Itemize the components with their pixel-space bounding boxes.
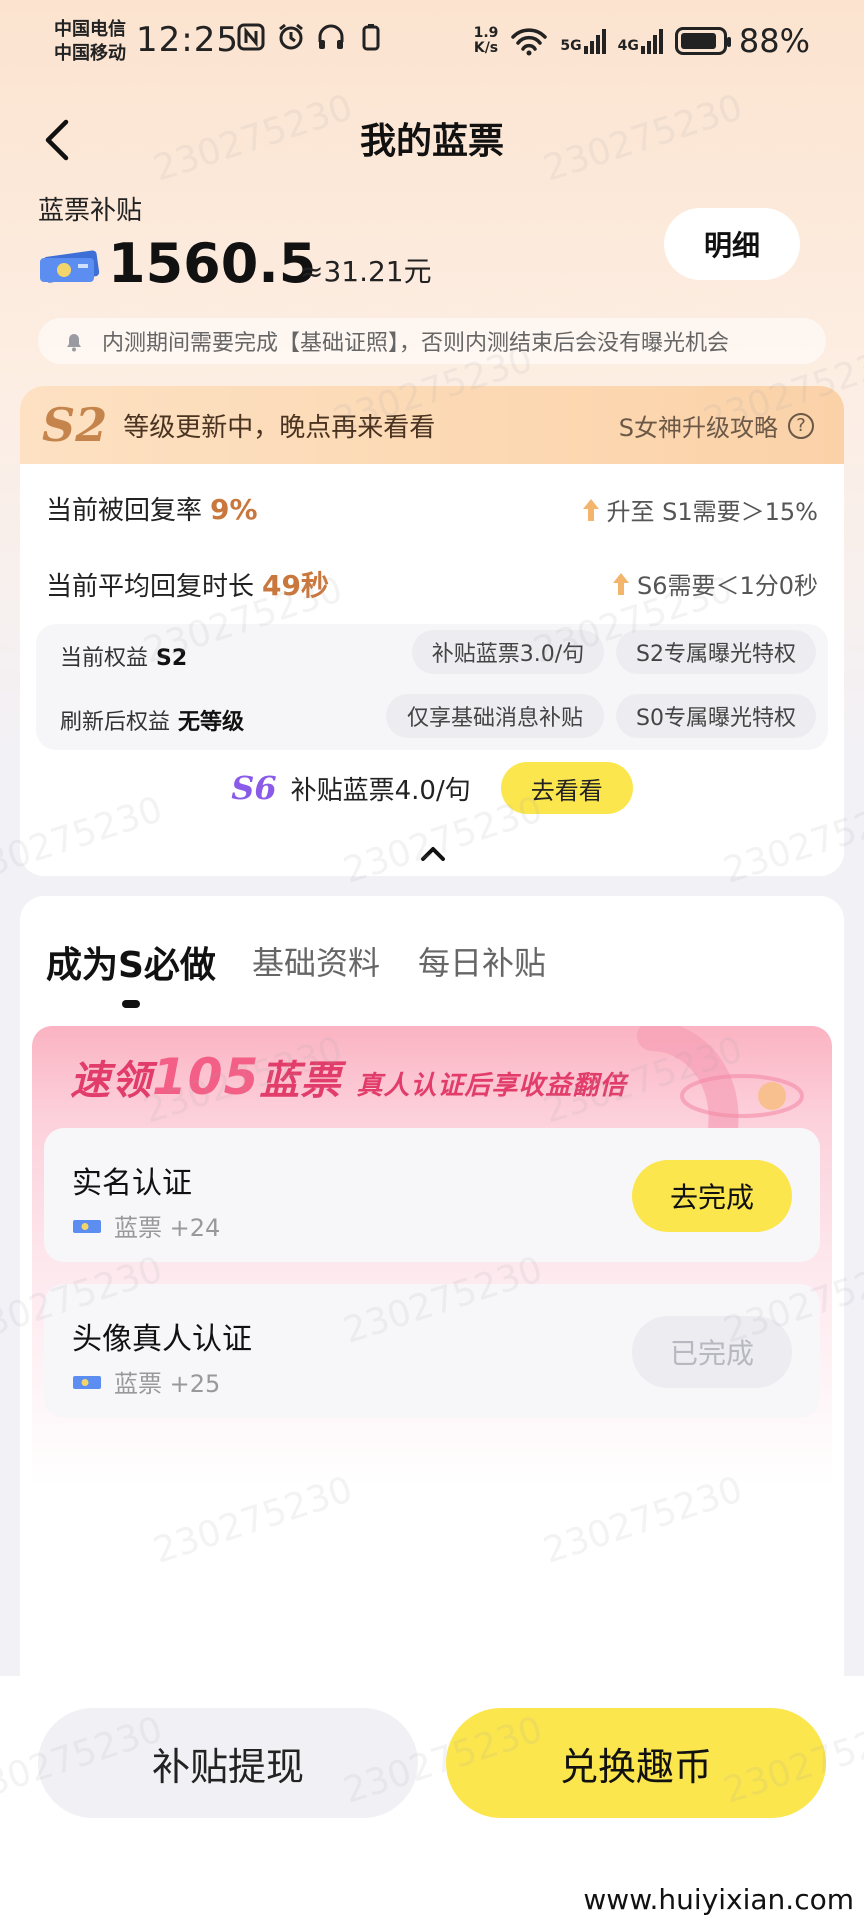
- blue-ticket-icon: [73, 1219, 101, 1233]
- headphones-icon: [318, 24, 344, 49]
- promo-unit: 蓝票: [259, 1058, 342, 1104]
- current-rights-label: 当前权益 S2: [60, 640, 187, 672]
- tab-basic-info[interactable]: 基础资料: [252, 938, 380, 984]
- current-rights-level: S2: [156, 646, 188, 671]
- question-icon: ?: [788, 412, 814, 439]
- task-reward: 蓝票 +25: [72, 1364, 220, 1399]
- reply-rate-value: 9%: [210, 493, 258, 526]
- reply-time-target: S6需要＜1分0秒: [611, 566, 818, 601]
- carrier-2: 中国移动: [54, 43, 126, 64]
- site-watermark: www.huiyixian.com: [579, 1879, 858, 1920]
- balance-label: 蓝票补贴: [38, 196, 143, 226]
- status-time: 12:25: [136, 20, 239, 60]
- tab-daily-subsidy[interactable]: 每日补贴: [418, 938, 546, 984]
- chevron-up-icon[interactable]: [420, 844, 446, 862]
- withdraw-button[interactable]: 补贴提现: [38, 1708, 418, 1818]
- current-rights-chip: S2专属曝光特权: [616, 630, 816, 674]
- carrier-labels: 中国电信 中国移动: [54, 18, 126, 66]
- balance-approx-value: ≈31.21元: [300, 255, 432, 288]
- task-title: 头像真人认证: [72, 1322, 252, 1357]
- next-level-badge: S6: [231, 769, 277, 807]
- up-arrow-icon: [612, 572, 629, 595]
- next-level-row: S6 补贴蓝票4.0/句 去看看: [20, 762, 844, 814]
- net-speed: 1.9 K/s: [474, 26, 499, 56]
- upgrade-guide-label: S女神升级攻略: [618, 414, 778, 442]
- level-badge: S2: [42, 398, 108, 452]
- reply-time-label: 当前平均回复时长: [46, 572, 255, 602]
- signal-5g-label: 5G: [560, 38, 582, 54]
- up-arrow-icon: [582, 498, 599, 521]
- next-level-benefit: 补贴蓝票4.0/句: [290, 775, 471, 806]
- status-right: 1.9 K/s 5G 4G 88%: [474, 22, 810, 60]
- carrier-1: 中国电信: [54, 19, 126, 40]
- reply-rate: 当前被回复率 9%: [46, 490, 258, 527]
- reply-time-value: 49秒: [262, 569, 329, 602]
- task-title: 实名认证: [72, 1166, 192, 1201]
- rights-panel: 当前权益 S2 补贴蓝票3.0/句 S2专属曝光特权 刷新后权益 无等级 仅享基础消…: [36, 624, 828, 750]
- task-card: 头像真人认证 蓝票 +25 已完成: [44, 1284, 820, 1418]
- refresh-rights-label: 刷新后权益 无等级: [60, 704, 244, 736]
- promo-title: 速领105蓝票 真人认证后享收益翻倍: [70, 1048, 626, 1106]
- refresh-rights-title: 刷新后权益: [60, 710, 171, 735]
- notice-bar: 内测期间需要完成【基础证照】，否则内测结束后会没有曝光机会: [38, 318, 826, 364]
- reply-rate-label: 当前被回复率: [46, 496, 203, 526]
- signal-5g: 5G: [560, 28, 606, 54]
- battery-percent: 88%: [738, 22, 810, 60]
- task-complete-button[interactable]: 去完成: [632, 1160, 792, 1232]
- task-reward-text: 蓝票 +24: [114, 1214, 221, 1242]
- level-card: S2 等级更新中，晚点再来看看 S女神升级攻略 ? 当前被回复率 9% 升至 S1…: [20, 386, 844, 876]
- status-icons: [236, 22, 386, 52]
- reply-rate-target-text: 升至 S1需要＞15%: [606, 498, 818, 526]
- nfc-icon: [237, 23, 265, 51]
- signal-4g: 4G: [618, 28, 663, 54]
- alarm-icon: [279, 23, 303, 50]
- reply-time: 当前平均回复时长 49秒: [46, 564, 329, 604]
- go-look-button[interactable]: 去看看: [500, 762, 633, 814]
- net-speed-unit: K/s: [473, 40, 499, 56]
- reply-rate-target: 升至 S1需要＞15%: [581, 492, 818, 527]
- exchange-button[interactable]: 兑换趣币: [446, 1708, 826, 1818]
- tasks-panel: 成为S必做 基础资料 每日补贴 速领105蓝票 真人认证后享收益翻倍 实名认证 …: [20, 896, 844, 1676]
- level-message: 等级更新中，晚点再来看看: [123, 412, 436, 443]
- signal-bars-icon: [640, 28, 663, 54]
- status-bar: 中国电信 中国移动 12:25 1.9 K/s 5G 4G 88%: [0, 0, 864, 90]
- task-card: 实名认证 蓝票 +24 去完成: [44, 1128, 820, 1262]
- promo-banner: 速领105蓝票 真人认证后享收益翻倍 实名认证 蓝票 +24 去完成 头像真人认…: [32, 1026, 832, 1676]
- level-header: S2 等级更新中，晚点再来看看 S女神升级攻略 ?: [20, 386, 844, 464]
- detail-button[interactable]: 明细: [664, 208, 800, 280]
- refresh-rights-chip: S0专属曝光特权: [616, 694, 816, 738]
- refresh-rights-level: 无等级: [178, 710, 245, 735]
- balance-amount: 1560.5: [108, 232, 317, 295]
- blue-ticket-icon: [40, 250, 100, 283]
- task-done-button: 已完成: [632, 1316, 792, 1388]
- bottom-bar: 补贴提现 兑换趣币 www.huiyixian.com: [0, 1676, 864, 1920]
- promo-number: 105: [152, 1048, 260, 1106]
- signal-bars-icon: [583, 28, 606, 54]
- device-battery-icon: [362, 24, 380, 51]
- promo-prefix: 速领: [70, 1058, 152, 1104]
- upgrade-guide-link[interactable]: S女神升级攻略 ?: [619, 408, 814, 443]
- tab-become-s[interactable]: 成为S必做: [46, 936, 216, 988]
- battery-icon: [674, 27, 731, 55]
- task-reward-text: 蓝票 +25: [114, 1370, 221, 1398]
- notice-text: 内测期间需要完成【基础证照】，否则内测结束后会没有曝光机会: [102, 331, 730, 356]
- promo-subtitle: 真人认证后享收益翻倍: [356, 1071, 627, 1101]
- refresh-rights-chip: 仅享基础消息补贴: [386, 694, 604, 738]
- blue-ticket-icon: [73, 1375, 101, 1389]
- signal-4g-label: 4G: [617, 38, 639, 54]
- current-rights-chip: 补贴蓝票3.0/句: [412, 630, 604, 674]
- page-title: 我的蓝票: [359, 121, 504, 162]
- tab-indicator: [122, 1000, 140, 1008]
- wifi-icon: [511, 28, 548, 56]
- reply-time-target-text: S6需要＜1分0秒: [636, 572, 818, 600]
- task-reward: 蓝票 +24: [72, 1208, 220, 1243]
- bell-icon: [67, 334, 81, 352]
- net-speed-value: 1.9: [473, 25, 499, 41]
- current-rights-title: 当前权益: [60, 646, 149, 671]
